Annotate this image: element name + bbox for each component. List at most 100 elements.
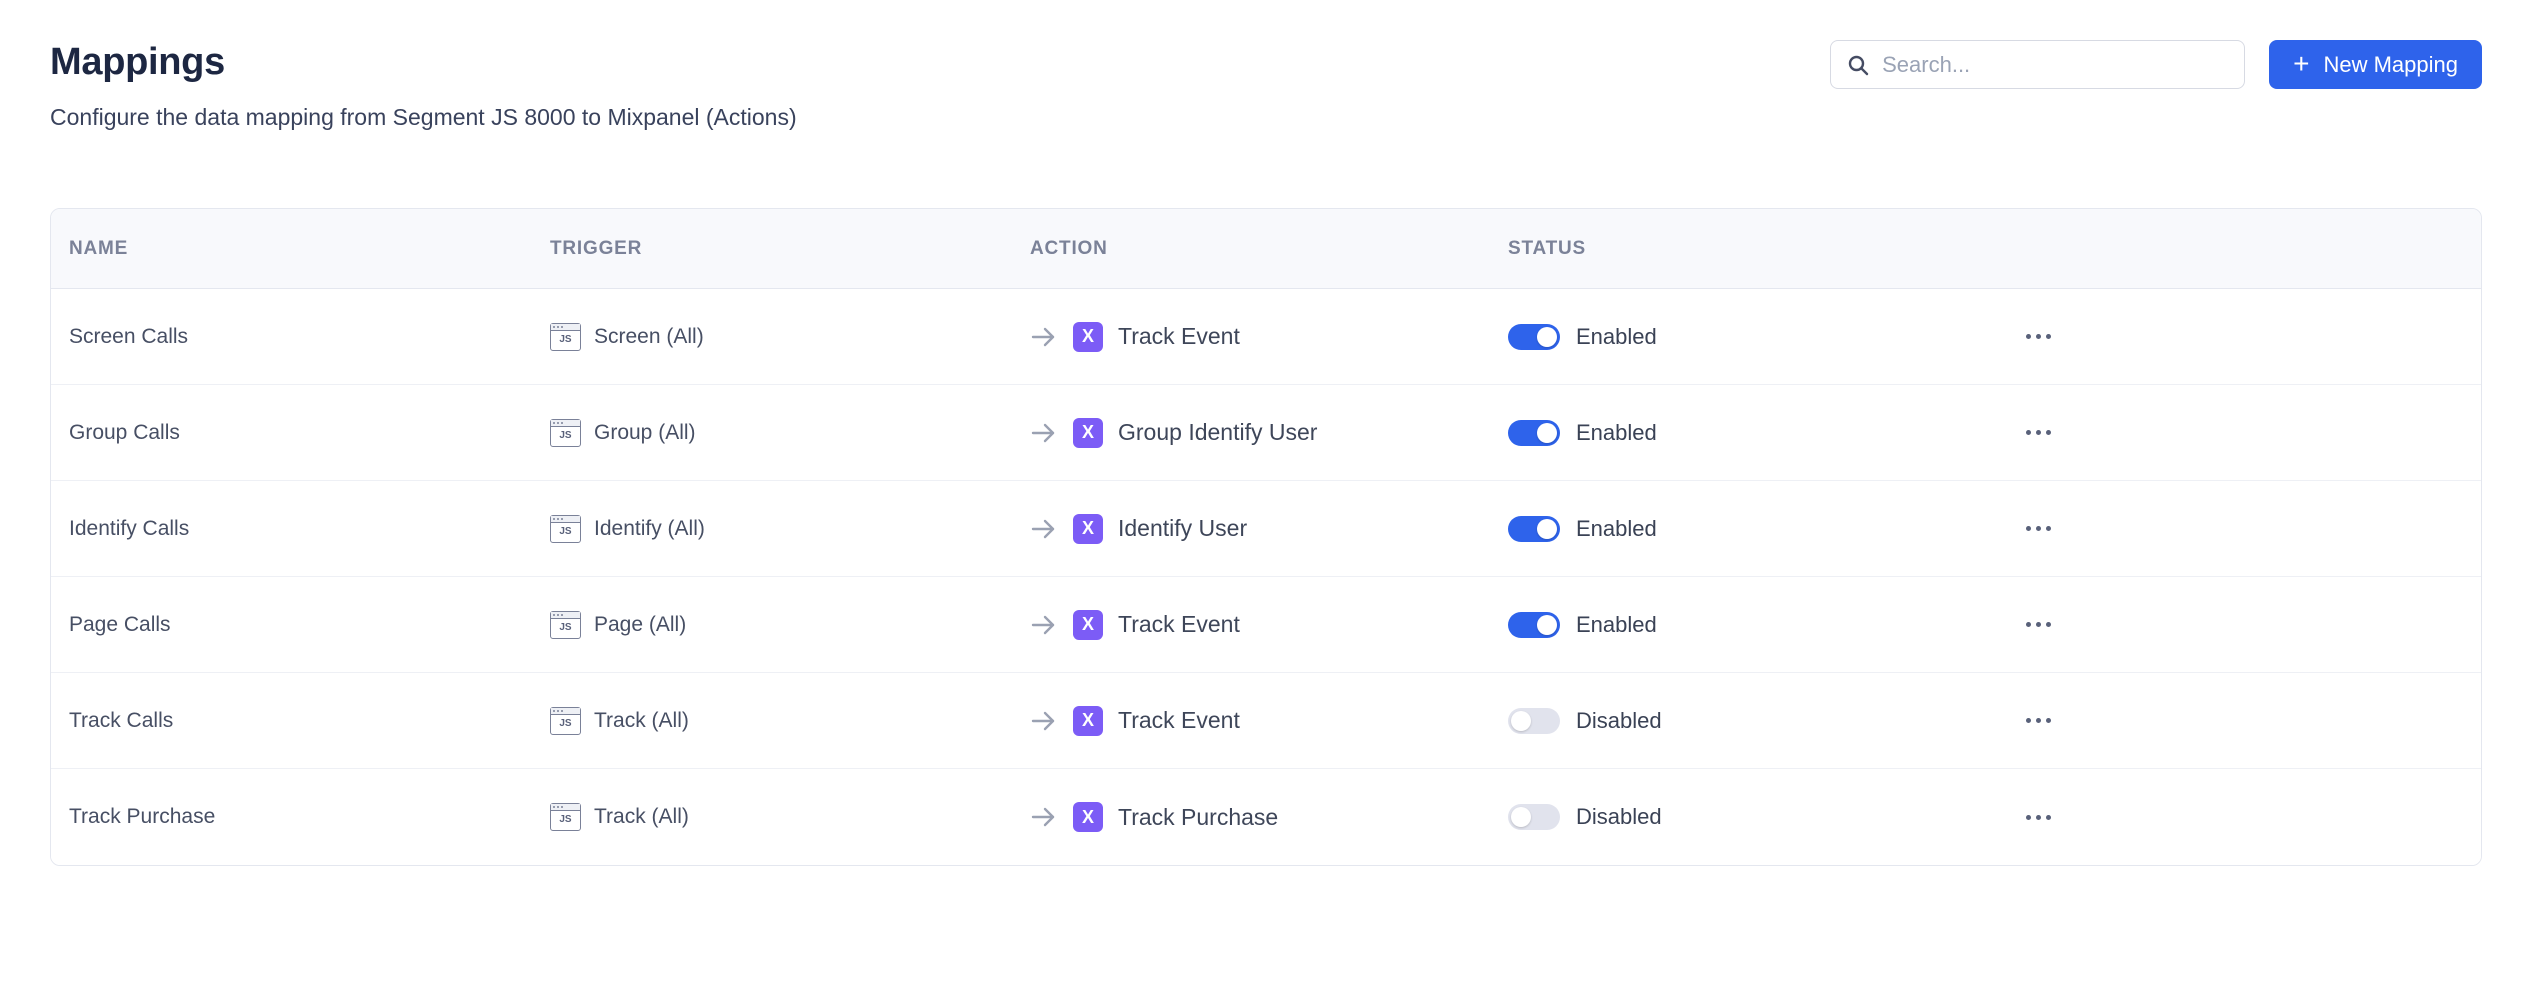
- js-glyph: JS: [551, 427, 580, 445]
- name-cell: Page Calls: [51, 613, 532, 637]
- row-menu-button[interactable]: [2020, 516, 2057, 541]
- mapping-name: Track Calls: [69, 709, 173, 733]
- action-label: Identify User: [1118, 515, 1247, 542]
- header-controls: + New Mapping: [1830, 40, 2482, 89]
- search-icon: [1846, 53, 1870, 77]
- js-glyph: JS: [551, 331, 580, 349]
- trigger-cell: JS Track (All): [532, 707, 1012, 735]
- name-cell: Track Purchase: [51, 805, 532, 829]
- mapping-name: Identify Calls: [69, 517, 189, 541]
- mixpanel-icon: X: [1073, 418, 1103, 448]
- row-menu-button[interactable]: [2020, 420, 2057, 445]
- new-mapping-button[interactable]: + New Mapping: [2269, 40, 2482, 89]
- trigger-label: Page (All): [594, 613, 686, 637]
- js-glyph: JS: [551, 523, 580, 541]
- window-titlebar: [551, 516, 580, 523]
- status-cell: Enabled: [1490, 612, 1970, 638]
- status-label: Enabled: [1576, 516, 1657, 542]
- name-cell: Group Calls: [51, 421, 532, 445]
- page-subtitle: Configure the data mapping from Segment …: [50, 102, 2482, 132]
- js-glyph: JS: [551, 619, 580, 637]
- plus-icon: +: [2293, 50, 2309, 78]
- segment-js-source-icon: JS: [550, 803, 581, 831]
- window-titlebar: [551, 420, 580, 427]
- new-mapping-label: New Mapping: [2323, 52, 2458, 78]
- arrow-right-icon: [1030, 421, 1058, 445]
- segment-js-source-icon: JS: [550, 611, 581, 639]
- mapping-name: Track Purchase: [69, 805, 215, 829]
- action-cell: X Track Event: [1012, 322, 1490, 352]
- status-toggle[interactable]: [1508, 612, 1560, 638]
- row-menu-button[interactable]: [2020, 612, 2057, 637]
- status-toggle[interactable]: [1508, 420, 1560, 446]
- status-label: Enabled: [1576, 420, 1657, 446]
- mapping-name: Page Calls: [69, 613, 171, 637]
- js-glyph: JS: [551, 715, 580, 733]
- menu-cell: [1970, 612, 2481, 637]
- window-titlebar: [551, 804, 580, 811]
- table-row: Track Purchase JS Track (All) X Track Pu…: [51, 769, 2481, 865]
- action-cell: X Group Identify User: [1012, 418, 1490, 448]
- status-cell: Enabled: [1490, 420, 1970, 446]
- status-toggle[interactable]: [1508, 804, 1560, 830]
- row-menu-button[interactable]: [2020, 324, 2057, 349]
- trigger-cell: JS Group (All): [532, 419, 1012, 447]
- window-titlebar: [551, 708, 580, 715]
- trigger-label: Track (All): [594, 805, 689, 829]
- status-cell: Enabled: [1490, 324, 1970, 350]
- status-cell: Disabled: [1490, 708, 1970, 734]
- toggle-knob: [1511, 807, 1531, 827]
- mapping-name: Screen Calls: [69, 325, 188, 349]
- name-cell: Identify Calls: [51, 517, 532, 541]
- column-header-name: NAME: [51, 238, 532, 260]
- row-menu-button[interactable]: [2020, 708, 2057, 733]
- search-input[interactable]: [1882, 52, 2229, 78]
- menu-cell: [1970, 516, 2481, 541]
- status-label: Disabled: [1576, 708, 1662, 734]
- trigger-cell: JS Page (All): [532, 611, 1012, 639]
- arrow-right-icon: [1030, 805, 1058, 829]
- status-cell: Enabled: [1490, 516, 1970, 542]
- arrow-right-icon: [1030, 325, 1058, 349]
- status-toggle[interactable]: [1508, 324, 1560, 350]
- menu-cell: [1970, 805, 2481, 830]
- segment-js-source-icon: JS: [550, 323, 581, 351]
- column-header-trigger: TRIGGER: [532, 238, 1012, 260]
- toggle-knob: [1537, 615, 1557, 635]
- menu-cell: [1970, 324, 2481, 349]
- action-cell: X Identify User: [1012, 514, 1490, 544]
- table-row: Group Calls JS Group (All) X Group Ident…: [51, 385, 2481, 481]
- table-row: Page Calls JS Page (All) X Track Event E…: [51, 577, 2481, 673]
- mixpanel-icon: X: [1073, 610, 1103, 640]
- window-titlebar: [551, 612, 580, 619]
- status-toggle[interactable]: [1508, 708, 1560, 734]
- menu-cell: [1970, 708, 2481, 733]
- mixpanel-icon: X: [1073, 514, 1103, 544]
- table-header-row: NAME TRIGGER ACTION STATUS: [51, 209, 2481, 289]
- column-header-status: STATUS: [1490, 238, 1970, 260]
- search-box[interactable]: [1830, 40, 2245, 89]
- segment-js-source-icon: JS: [550, 515, 581, 543]
- segment-js-source-icon: JS: [550, 707, 581, 735]
- action-label: Track Event: [1118, 707, 1240, 734]
- mappings-table: NAME TRIGGER ACTION STATUS Screen Calls …: [50, 208, 2482, 866]
- action-label: Track Event: [1118, 611, 1240, 638]
- mixpanel-icon: X: [1073, 802, 1103, 832]
- row-menu-button[interactable]: [2020, 805, 2057, 830]
- trigger-cell: JS Identify (All): [532, 515, 1012, 543]
- toggle-knob: [1537, 519, 1557, 539]
- mapping-name: Group Calls: [69, 421, 180, 445]
- status-toggle[interactable]: [1508, 516, 1560, 542]
- mixpanel-icon: X: [1073, 706, 1103, 736]
- action-label: Group Identify User: [1118, 419, 1317, 446]
- name-cell: Track Calls: [51, 709, 532, 733]
- action-cell: X Track Purchase: [1012, 802, 1490, 832]
- segment-js-source-icon: JS: [550, 419, 581, 447]
- table-row: Track Calls JS Track (All) X Track Event…: [51, 673, 2481, 769]
- trigger-label: Identify (All): [594, 517, 705, 541]
- table-body: Screen Calls JS Screen (All) X Track Eve…: [51, 289, 2481, 865]
- trigger-label: Group (All): [594, 421, 696, 445]
- action-cell: X Track Event: [1012, 706, 1490, 736]
- arrow-right-icon: [1030, 517, 1058, 541]
- table-row: Screen Calls JS Screen (All) X Track Eve…: [51, 289, 2481, 385]
